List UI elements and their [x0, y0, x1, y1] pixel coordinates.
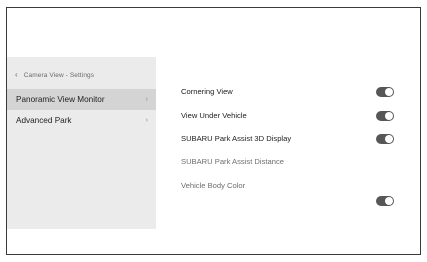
setting-view-under-vehicle[interactable]: View Under Vehicle — [181, 110, 247, 122]
toggle-cornering-view[interactable] — [376, 87, 394, 97]
toggle-vehicle-body-color[interactable] — [376, 196, 394, 206]
toggle-knob — [385, 135, 393, 143]
back-chevron-icon: ‹ — [15, 70, 18, 79]
toggle-knob — [385, 197, 393, 205]
breadcrumb: Camera View - Settings — [23, 71, 95, 79]
sidebar-item-label: Advanced Park — [16, 116, 72, 125]
chevron-right-icon: › — [145, 117, 148, 124]
chevron-right-icon: › — [145, 96, 148, 103]
setting-park-assist-3d-display[interactable]: SUBARU Park Assist 3D Display — [181, 133, 291, 145]
setting-cornering-view[interactable]: Cornering View — [181, 86, 233, 98]
sidebar: ‹ Camera View - Settings Panoramic View … — [7, 57, 156, 229]
setting-vehicle-body-color[interactable]: Vehicle Body Color — [181, 180, 245, 192]
sidebar-item-advanced-park[interactable]: Advanced Park › — [7, 110, 156, 131]
back-button[interactable]: ‹ Camera View - Settings — [15, 68, 94, 82]
setting-park-assist-distance[interactable]: SUBARU Park Assist Distance — [181, 156, 284, 168]
sidebar-item-panoramic-view-monitor[interactable]: Panoramic View Monitor › — [7, 89, 156, 110]
toggle-park-assist-3d-display[interactable] — [376, 134, 394, 144]
toggle-view-under-vehicle[interactable] — [376, 111, 394, 121]
sidebar-item-label: Panoramic View Monitor — [16, 95, 105, 104]
toggle-knob — [385, 88, 393, 96]
toggle-knob — [385, 112, 393, 120]
